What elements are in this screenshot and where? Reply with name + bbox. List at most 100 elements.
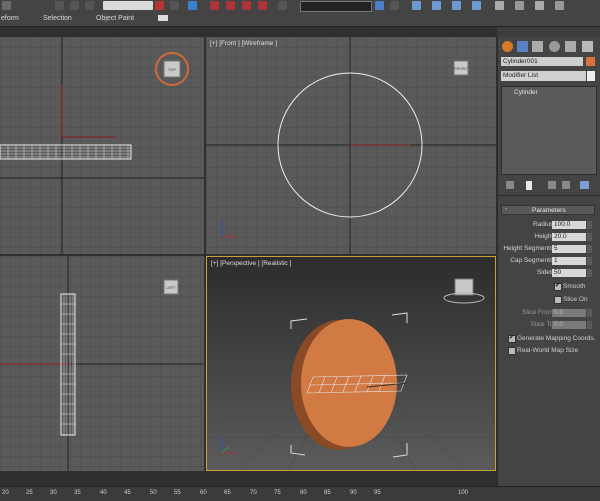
parameters-rollout-title: Parameters xyxy=(532,207,566,214)
axis-tripod-y xyxy=(220,446,230,454)
mirror-icon[interactable] xyxy=(375,1,384,10)
hierarchy-tab-icon[interactable] xyxy=(532,41,543,52)
timeline-tick: 80 xyxy=(300,490,307,496)
timeline-tick: 40 xyxy=(100,490,107,496)
timeline-tick: 75 xyxy=(274,490,281,496)
ribbon-options-dropdown[interactable] xyxy=(158,15,168,21)
utilities-tab-icon[interactable] xyxy=(582,41,593,52)
spinner-snap-icon[interactable] xyxy=(258,1,267,10)
align-icon[interactable] xyxy=(390,1,399,10)
configure-modifier-sets-icon[interactable] xyxy=(580,181,589,189)
cap-segments-spinner[interactable] xyxy=(587,257,592,265)
angle-snap-icon[interactable] xyxy=(226,1,235,10)
timeline-tick: 25 xyxy=(26,490,33,496)
modify-tab-icon[interactable] xyxy=(517,41,528,52)
ribbon-tab-freeform[interactable]: eform xyxy=(1,15,19,22)
pin-stack-icon[interactable] xyxy=(506,181,514,189)
time-slider-track[interactable]: 20 25 30 35 40 45 50 55 60 65 70 75 80 8… xyxy=(0,486,600,501)
checkmark-icon: ✔ xyxy=(509,335,515,341)
select-manipulate-icon[interactable] xyxy=(170,1,179,10)
percent-snap-icon[interactable] xyxy=(242,1,251,10)
radius-spinner[interactable] xyxy=(587,221,592,229)
timeline-tick: 90 xyxy=(350,490,357,496)
show-end-result-icon[interactable] xyxy=(526,181,532,190)
pivot-icon[interactable] xyxy=(155,1,164,10)
height-segments-input[interactable]: 5 xyxy=(552,245,586,253)
motion-tab-icon[interactable] xyxy=(549,41,560,52)
timeline-tick: 35 xyxy=(74,490,81,496)
cylinder-perspective[interactable] xyxy=(301,319,397,447)
radius-input[interactable]: 100.0 xyxy=(552,221,586,229)
render-setup-icon[interactable] xyxy=(515,1,524,10)
object-name-field[interactable]: Cylinder001 xyxy=(501,57,583,66)
viewport-front-content: FRONT xyxy=(206,37,496,254)
timeline-tick: 20 xyxy=(2,490,9,496)
graphite-toolbar-icon[interactable] xyxy=(432,1,441,10)
render-production-icon[interactable] xyxy=(555,1,564,10)
layer-manager-icon[interactable] xyxy=(412,1,421,10)
slice-to-input[interactable]: 0.0 xyxy=(552,321,586,329)
slice-on-checkbox[interactable] xyxy=(554,296,562,304)
parameters-rollout-header[interactable]: - Parameters xyxy=(501,205,595,215)
object-color-swatch[interactable] xyxy=(586,57,595,66)
generate-mapping-checkbox[interactable]: ✔ xyxy=(508,335,516,343)
viewport-top[interactable]: TOP xyxy=(0,37,204,254)
display-tab-icon[interactable] xyxy=(565,41,576,52)
viewport-top-content: TOP xyxy=(0,37,204,254)
timeline-tick: 95 xyxy=(374,490,381,496)
schematic-view-icon[interactable] xyxy=(472,1,481,10)
timeline-tick: 100 xyxy=(458,490,469,496)
stack-controls xyxy=(506,181,590,191)
edit-named-selection-icon[interactable] xyxy=(278,1,287,10)
timeline-tick: 85 xyxy=(324,490,331,496)
slice-from-input[interactable]: 0.0 xyxy=(552,309,586,317)
keyboard-shortcut-icon[interactable] xyxy=(188,1,197,10)
slice-from-spinner[interactable] xyxy=(587,309,592,317)
modifier-stack-item[interactable]: Cylinder xyxy=(514,89,538,96)
viewport-left-content: LEFT xyxy=(0,256,204,471)
modifier-list-dropdown[interactable]: Modifier List xyxy=(501,71,586,81)
material-editor-icon[interactable] xyxy=(495,1,504,10)
height-segments-spinner[interactable] xyxy=(587,245,592,253)
timeline-tick: 55 xyxy=(174,490,181,496)
timeline-tick: 70 xyxy=(250,490,257,496)
rotate-icon[interactable] xyxy=(70,1,79,10)
slice-from-label: Slice From: xyxy=(522,309,555,316)
timeline-tick: 30 xyxy=(50,490,57,496)
cap-segments-label: Cap Segments: xyxy=(510,257,555,264)
snap-icon[interactable] xyxy=(210,1,219,10)
named-selection-set[interactable] xyxy=(300,1,372,12)
modifier-list-arrow[interactable] xyxy=(587,71,595,81)
slice-to-spinner[interactable] xyxy=(587,321,592,329)
viewcube-front-label: FRONT xyxy=(454,66,468,71)
viewport-perspective[interactable]: [+] [Perspective ] [Realistic ] xyxy=(206,256,496,471)
remove-modifier-icon[interactable] xyxy=(562,181,570,189)
height-spinner[interactable] xyxy=(587,233,592,241)
sides-spinner[interactable] xyxy=(587,269,592,277)
checkmark-icon: ✔ xyxy=(555,283,561,289)
viewport-perspective-content xyxy=(207,278,495,470)
curve-editor-icon[interactable] xyxy=(452,1,461,10)
real-world-map-checkbox[interactable] xyxy=(508,347,516,355)
viewport-left[interactable]: LEFT xyxy=(0,256,204,471)
real-world-map-label: Real-World Map Size xyxy=(517,347,579,354)
create-tab-icon[interactable] xyxy=(502,41,513,52)
ribbon-tab-selection[interactable]: Selection xyxy=(43,15,72,22)
ribbon-tab-object-paint[interactable]: Object Paint xyxy=(96,15,134,22)
height-input[interactable]: 20.0 xyxy=(552,233,586,241)
cap-segments-input[interactable]: 1 xyxy=(552,257,586,265)
command-panel: Cylinder001 Modifier List Cylinder - Par… xyxy=(497,37,600,486)
move-icon[interactable] xyxy=(55,1,64,10)
reference-coord-dropdown[interactable] xyxy=(103,1,153,10)
collapse-icon: - xyxy=(505,206,508,213)
rendered-frame-icon[interactable] xyxy=(535,1,544,10)
select-icon[interactable] xyxy=(2,1,11,10)
viewcube-left-label: LEFT xyxy=(166,285,176,290)
viewport-front[interactable]: [+] [Front ] [Wireframe ] FRONT xyxy=(206,37,496,254)
timeline-tick: 65 xyxy=(224,490,231,496)
sides-input[interactable]: 50 xyxy=(552,269,586,277)
smooth-checkbox[interactable]: ✔ xyxy=(554,283,562,291)
viewcube-top-label: TOP xyxy=(168,67,176,72)
scale-icon[interactable] xyxy=(85,1,94,10)
make-unique-icon[interactable] xyxy=(548,181,556,189)
